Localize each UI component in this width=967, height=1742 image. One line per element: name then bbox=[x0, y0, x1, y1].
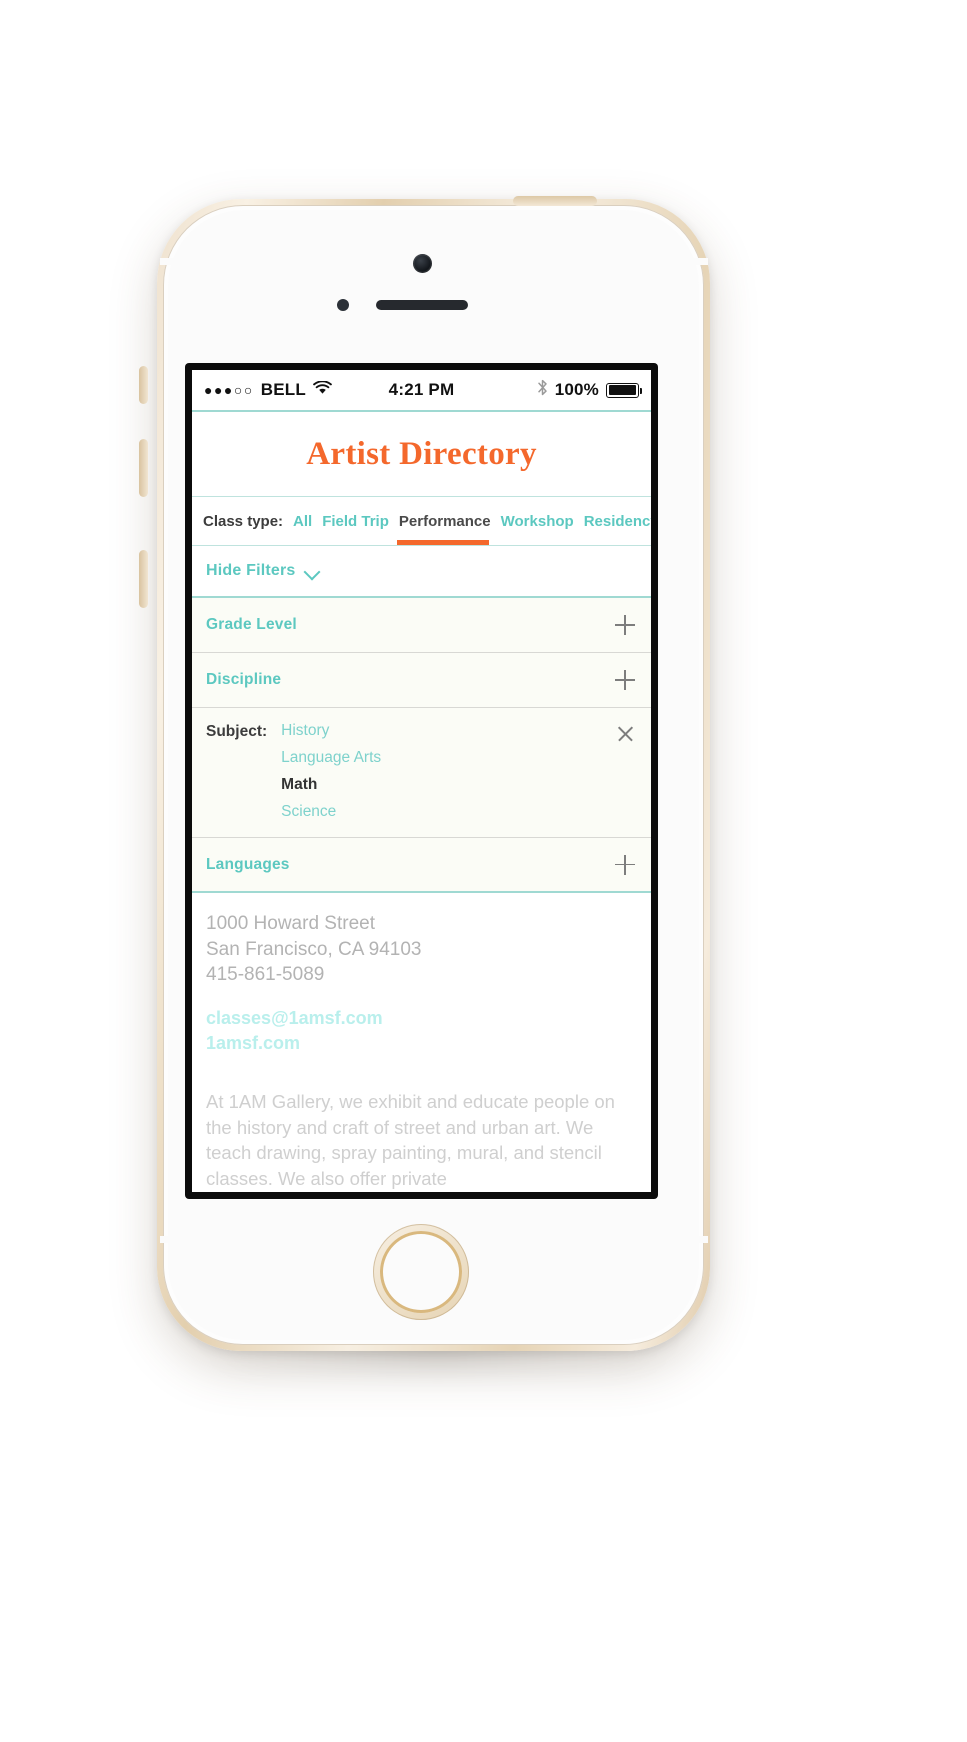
filter-label-grade-level: Grade Level bbox=[206, 616, 297, 633]
plus-icon[interactable] bbox=[615, 670, 635, 690]
close-icon[interactable] bbox=[616, 724, 635, 743]
antenna-band-bottom-left bbox=[160, 1236, 182, 1243]
artist-description: At 1AM Gallery, we exhibit and educate p… bbox=[206, 1091, 615, 1189]
subject-option-history[interactable]: History bbox=[281, 722, 381, 740]
phone-number[interactable]: 415-861-5089 bbox=[206, 962, 637, 988]
app-header: Artist Directory bbox=[192, 412, 651, 497]
phone-screen: ●●●○○ BELL 4:21 PM 100% Artist Directory… bbox=[192, 370, 651, 1192]
address-line-2: San Francisco, CA 94103 bbox=[206, 938, 422, 960]
antenna-band-bottom-right bbox=[686, 1236, 708, 1243]
carrier-label: BELL bbox=[260, 380, 306, 399]
subject-option-list: History Language Arts Math Science bbox=[281, 722, 381, 821]
signal-strength-icon: ●●●○○ bbox=[204, 382, 254, 398]
page-title: Artist Directory bbox=[306, 435, 537, 472]
battery-full-icon bbox=[606, 382, 643, 398]
wifi-icon bbox=[313, 380, 332, 400]
mute-switch[interactable] bbox=[139, 366, 148, 404]
status-bar-left: ●●●○○ BELL bbox=[204, 380, 389, 400]
class-type-filter-bar: Class type: All Field Trip Performance W… bbox=[192, 497, 651, 546]
status-bar-right: 100% bbox=[454, 379, 643, 401]
clock-label: 4:21 PM bbox=[388, 380, 455, 399]
class-type-label: Class type: bbox=[203, 512, 284, 530]
subject-option-science[interactable]: Science bbox=[281, 803, 381, 821]
plus-icon[interactable] bbox=[615, 615, 635, 635]
artist-detail-panel: 1000 Howard Street San Francisco, CA 941… bbox=[192, 893, 651, 1192]
status-bar-center: 4:21 PM bbox=[389, 380, 455, 400]
email-link[interactable]: classes@1amsf.com bbox=[206, 1006, 637, 1032]
filter-label-languages: Languages bbox=[206, 855, 290, 873]
volume-up-button[interactable] bbox=[139, 439, 148, 497]
tab-all[interactable]: All bbox=[293, 513, 312, 530]
antenna-band-top-right bbox=[686, 258, 708, 265]
chevron-down-icon bbox=[305, 564, 320, 579]
subject-filter-content: Subject: History Language Arts Math Scie… bbox=[206, 722, 381, 821]
filter-row-subject: Subject: History Language Arts Math Scie… bbox=[192, 708, 651, 838]
status-bar: ●●●○○ BELL 4:21 PM 100% bbox=[192, 370, 651, 412]
tab-field-trip[interactable]: Field Trip bbox=[322, 513, 389, 530]
toggle-filters-button[interactable]: Hide Filters bbox=[192, 546, 651, 598]
tab-workshop[interactable]: Workshop bbox=[501, 513, 574, 530]
tab-performance[interactable]: Performance bbox=[399, 513, 491, 530]
subject-option-language-arts[interactable]: Language Arts bbox=[281, 749, 381, 767]
contact-links: classes@1amsf.com 1amsf.com bbox=[206, 1006, 637, 1057]
filter-row-grade-level[interactable]: Grade Level bbox=[192, 598, 651, 653]
plus-icon[interactable] bbox=[615, 854, 635, 875]
proximity-sensor-icon bbox=[337, 299, 349, 311]
filter-label-subject: Subject: bbox=[206, 723, 268, 740]
website-link[interactable]: 1amsf.com bbox=[206, 1031, 637, 1057]
front-camera-icon bbox=[413, 254, 432, 273]
tab-residency[interactable]: Residency bbox=[584, 513, 651, 530]
earpiece-speaker bbox=[376, 300, 468, 310]
filter-row-languages[interactable]: Languages bbox=[192, 838, 651, 893]
antenna-band-top-left bbox=[160, 258, 182, 265]
battery-percent-label: 100% bbox=[554, 380, 599, 399]
home-button-ring[interactable] bbox=[380, 1231, 462, 1313]
address-line-1: 1000 Howard Street bbox=[206, 913, 375, 934]
active-tab-indicator bbox=[397, 540, 489, 545]
power-button[interactable] bbox=[513, 196, 597, 206]
screenshot-root: ●●●○○ BELL 4:21 PM 100% Artist Directory… bbox=[0, 0, 967, 1742]
filter-row-discipline[interactable]: Discipline bbox=[192, 653, 651, 708]
filter-label-discipline: Discipline bbox=[206, 671, 282, 688]
subject-option-math[interactable]: Math bbox=[281, 776, 381, 794]
volume-down-button[interactable] bbox=[139, 550, 148, 608]
bluetooth-icon bbox=[537, 379, 548, 401]
toggle-filters-label: Hide Filters bbox=[206, 562, 296, 579]
